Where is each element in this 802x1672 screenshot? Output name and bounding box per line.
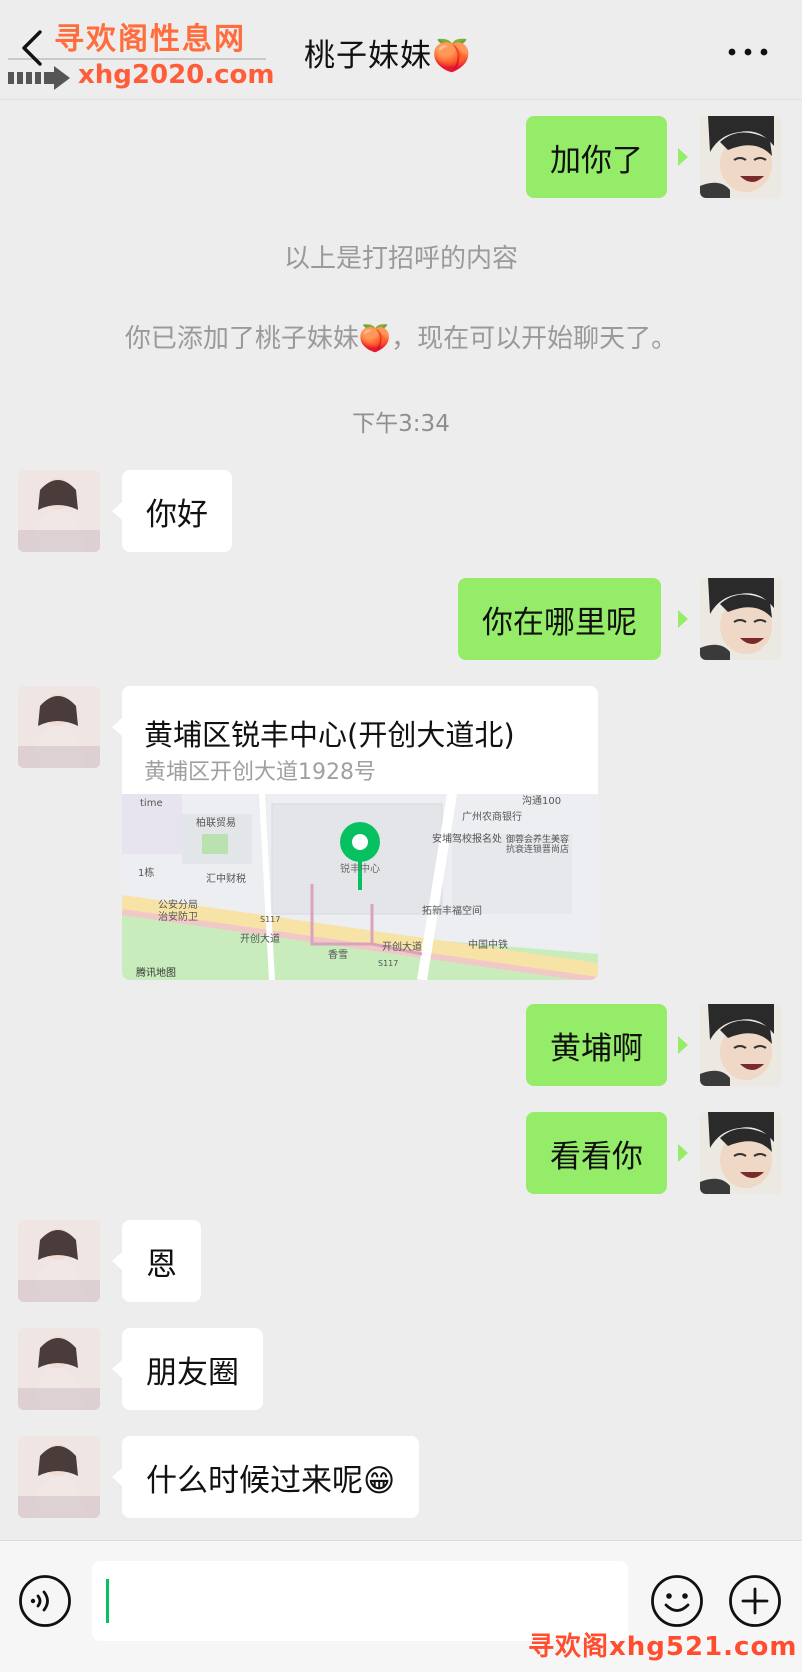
message-text: 你在哪里呢: [482, 604, 637, 641]
contact-avatar[interactable]: [18, 1436, 100, 1518]
message-bubble-received[interactable]: 朋友圈: [122, 1328, 263, 1410]
map-label: 香雪: [328, 949, 348, 961]
watermark-site-url: xhg2020.com: [78, 60, 275, 90]
message-text: 朋友圈: [146, 1354, 239, 1391]
message-bubble-sent[interactable]: 你在哪里呢: [458, 578, 661, 660]
map-label: 锐丰中心: [340, 862, 380, 875]
avatar-female-photo: [18, 686, 100, 768]
emoji-icon[interactable]: [650, 1574, 704, 1628]
message-text: 看看你: [550, 1138, 643, 1175]
avatar-female-photo: [18, 1436, 100, 1518]
message-text: 你好: [146, 496, 208, 533]
map-label: 沟通100: [522, 794, 561, 807]
map-credit: 腾讯地图: [136, 966, 176, 979]
message-text: 恩: [146, 1246, 177, 1283]
timestamp: 下午3:34: [352, 411, 450, 437]
message-bubble-received[interactable]: 恩: [122, 1220, 201, 1302]
watermark-arrow-icon: [8, 66, 70, 90]
more-options-icon[interactable]: [728, 48, 768, 56]
map-label: 开创大道: [240, 932, 280, 945]
message-text: 什么时候过来呢😁: [146, 1462, 396, 1499]
map-label: S117: [378, 959, 398, 968]
map-label: 广州农商银行: [462, 810, 522, 823]
system-message-greeting: 以上是打招呼的内容: [283, 244, 518, 274]
watermark-site-name: 寻欢阁性息网: [54, 22, 246, 57]
location-message-card[interactable]: 黄埔区锐丰中心(开创大道北) 黄埔区开创大道1928号 time 柏联贸易 1栋…: [122, 686, 598, 980]
bubble-tail: [112, 718, 122, 736]
avatar-male-illustration: [700, 1004, 782, 1086]
map-label: time: [140, 798, 163, 809]
text-cursor: [106, 1579, 109, 1623]
contact-avatar[interactable]: [18, 1328, 100, 1410]
message-bubble-sent[interactable]: 加你了: [526, 116, 667, 198]
my-avatar[interactable]: [700, 1112, 782, 1194]
avatar-female-photo: [18, 1220, 100, 1302]
map-label: 1栋: [138, 866, 154, 879]
message-text: 黄埔啊: [550, 1030, 643, 1067]
map-label: 御蓉会养生美容: [506, 833, 569, 845]
my-avatar[interactable]: [700, 1004, 782, 1086]
avatar-female-photo: [18, 1328, 100, 1410]
message-bubble-received[interactable]: 什么时候过来呢😁: [122, 1436, 420, 1518]
location-address: 黄埔区开创大道1928号: [144, 760, 376, 785]
back-arrow-icon[interactable]: [18, 28, 52, 68]
bubble-tail: [678, 148, 688, 166]
location-map[interactable]: time 柏联贸易 1栋 汇中财税 公安分局 治安防卫 锐丰中心 开创大道 开创…: [122, 794, 598, 980]
location-name: 黄埔区锐丰中心(开创大道北): [144, 718, 515, 752]
my-avatar[interactable]: [700, 116, 782, 198]
map-label: 安埔驾校报名处: [432, 832, 502, 845]
map-label: 汇中财税: [206, 872, 246, 885]
map-label: 抗衰连锁晋尚店: [506, 843, 569, 855]
plus-more-icon[interactable]: [728, 1574, 782, 1628]
avatar-male-illustration: [700, 578, 782, 660]
contact-avatar[interactable]: [18, 686, 100, 768]
avatar-male-illustration: [700, 116, 782, 198]
my-avatar[interactable]: [700, 578, 782, 660]
message-text: 加你了: [550, 142, 643, 179]
chat-title: 桃子妹妹🍑: [304, 38, 472, 74]
bubble-tail: [678, 610, 688, 628]
bubble-tail: [112, 1468, 122, 1486]
bubble-tail: [678, 1036, 688, 1054]
message-bubble-sent[interactable]: 黄埔啊: [526, 1004, 667, 1086]
avatar-female-photo: [18, 470, 100, 552]
chat-header: 寻欢阁性息网 xhg2020.com 桃子妹妹🍑: [0, 0, 802, 100]
bubble-tail: [678, 1144, 688, 1162]
map-label: S117: [260, 915, 280, 924]
map-label: 中国中铁: [468, 938, 508, 951]
contact-avatar[interactable]: [18, 1220, 100, 1302]
map-label: 拓新丰福空间: [422, 904, 482, 917]
watermark-bottom: 寻欢阁xhg521.com: [528, 1632, 798, 1662]
message-bubble-received[interactable]: 你好: [122, 470, 232, 552]
system-message-added: 你已添加了桃子妹妹🍑，现在可以开始聊天了。: [124, 324, 678, 354]
contact-avatar[interactable]: [18, 470, 100, 552]
bubble-tail: [112, 1252, 122, 1270]
voice-input-icon[interactable]: [18, 1574, 72, 1628]
map-label: 公安分局: [158, 898, 198, 911]
message-bubble-sent[interactable]: 看看你: [526, 1112, 667, 1194]
bubble-tail: [112, 502, 122, 520]
bubble-tail: [112, 1360, 122, 1378]
map-label: 治安防卫: [158, 910, 198, 923]
map-label: 柏联贸易: [196, 816, 236, 829]
avatar-male-illustration: [700, 1112, 782, 1194]
map-label: 开创大道: [382, 940, 422, 953]
